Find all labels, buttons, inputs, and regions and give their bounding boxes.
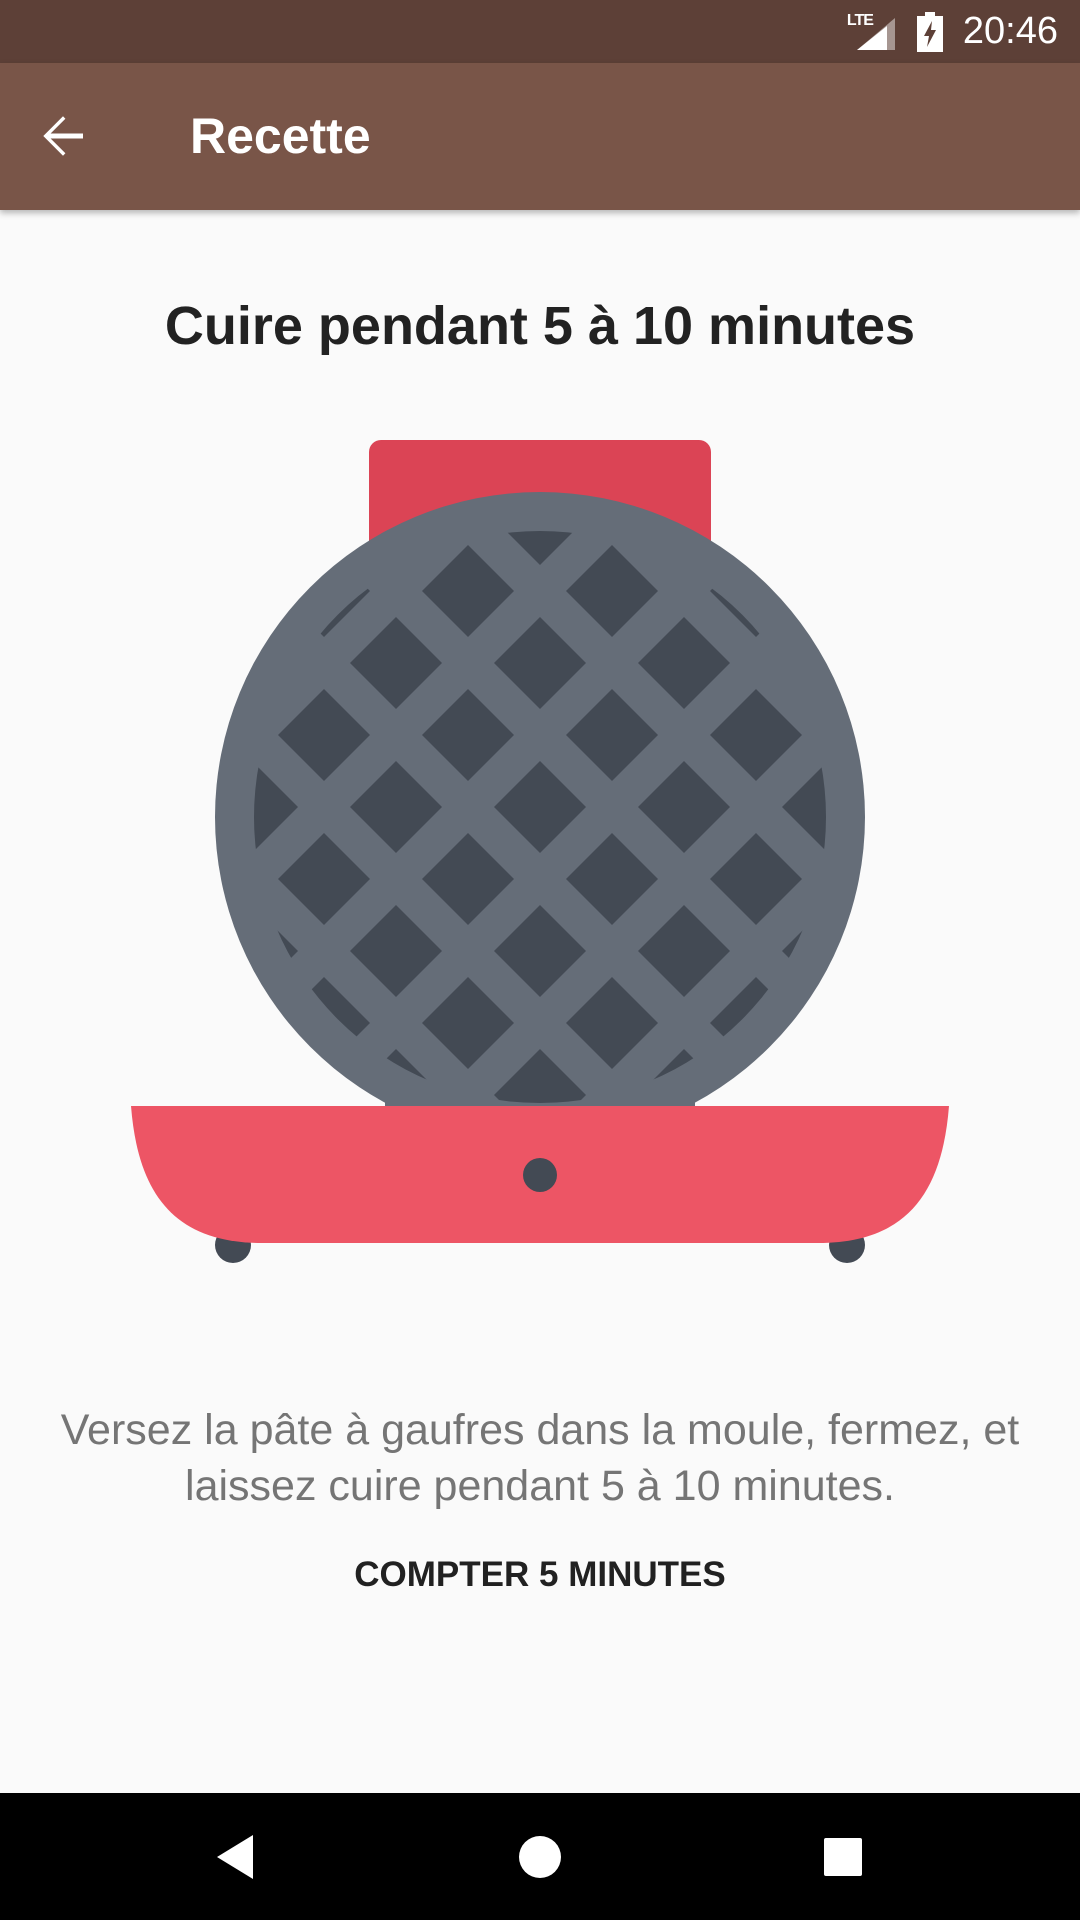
status-bar: LTE 20:46	[0, 0, 1080, 63]
app-bar: Recette	[0, 63, 1080, 210]
start-timer-button[interactable]: COMPTER 5 MINUTES	[290, 1540, 790, 1610]
waffle-square	[710, 401, 802, 493]
waffle-square	[134, 1265, 226, 1357]
nav-home-button[interactable]	[490, 1793, 590, 1920]
waffle-square	[134, 545, 226, 637]
waffle-square	[854, 401, 946, 493]
waffle-square	[566, 1265, 658, 1357]
waffle-square	[422, 1265, 514, 1357]
waffle-square	[710, 1265, 802, 1357]
status-icons: LTE 20:46	[847, 0, 1058, 63]
waffle-square	[926, 1193, 1018, 1285]
waffle-square	[62, 473, 154, 565]
waffle-square	[926, 473, 1018, 565]
page-title: Recette	[190, 108, 371, 164]
waffle-square	[62, 761, 154, 853]
waffle-square	[62, 1193, 154, 1285]
waffle-square	[62, 617, 154, 709]
navigation-bar	[0, 1793, 1080, 1920]
waffle-square	[854, 689, 946, 781]
step-description: Versez la pâte à gaufres dans la moule, …	[60, 1406, 1020, 1510]
nav-back-button[interactable]	[185, 1793, 285, 1920]
waffle-square	[62, 905, 154, 997]
waffle-square	[254, 531, 298, 565]
battery-charging-icon	[916, 11, 943, 52]
waffle-square	[278, 401, 370, 493]
waffle-square	[278, 1265, 370, 1357]
waffle-square	[782, 531, 826, 565]
waffle-square	[926, 761, 1018, 853]
waffle-square	[134, 401, 226, 493]
lte-signal-icon: LTE	[847, 12, 897, 52]
home-circle-icon	[519, 1835, 561, 1878]
waffle-square	[134, 977, 226, 1069]
waffle-square	[854, 833, 946, 925]
recipe-step: Cuire pendant 5 à 10 minutes Versez la p…	[0, 210, 1080, 1793]
nav-recents-button[interactable]	[793, 1793, 893, 1920]
waffle-square	[854, 1265, 946, 1357]
waffle-square	[926, 617, 1018, 709]
waffle-square	[134, 689, 226, 781]
waffle-iron-base	[131, 1106, 949, 1243]
waffle-square	[926, 905, 1018, 997]
back-triangle-icon	[217, 1834, 253, 1879]
waffle-square	[854, 977, 946, 1069]
waffle-square	[854, 545, 946, 637]
status-clock: 20:46	[962, 10, 1058, 52]
recents-square-icon	[824, 1837, 862, 1876]
arrow-back-icon	[43, 116, 83, 156]
waffle-square	[134, 833, 226, 925]
step-title: Cuire pendant 5 à 10 minutes	[164, 296, 916, 356]
back-button[interactable]	[30, 103, 96, 169]
